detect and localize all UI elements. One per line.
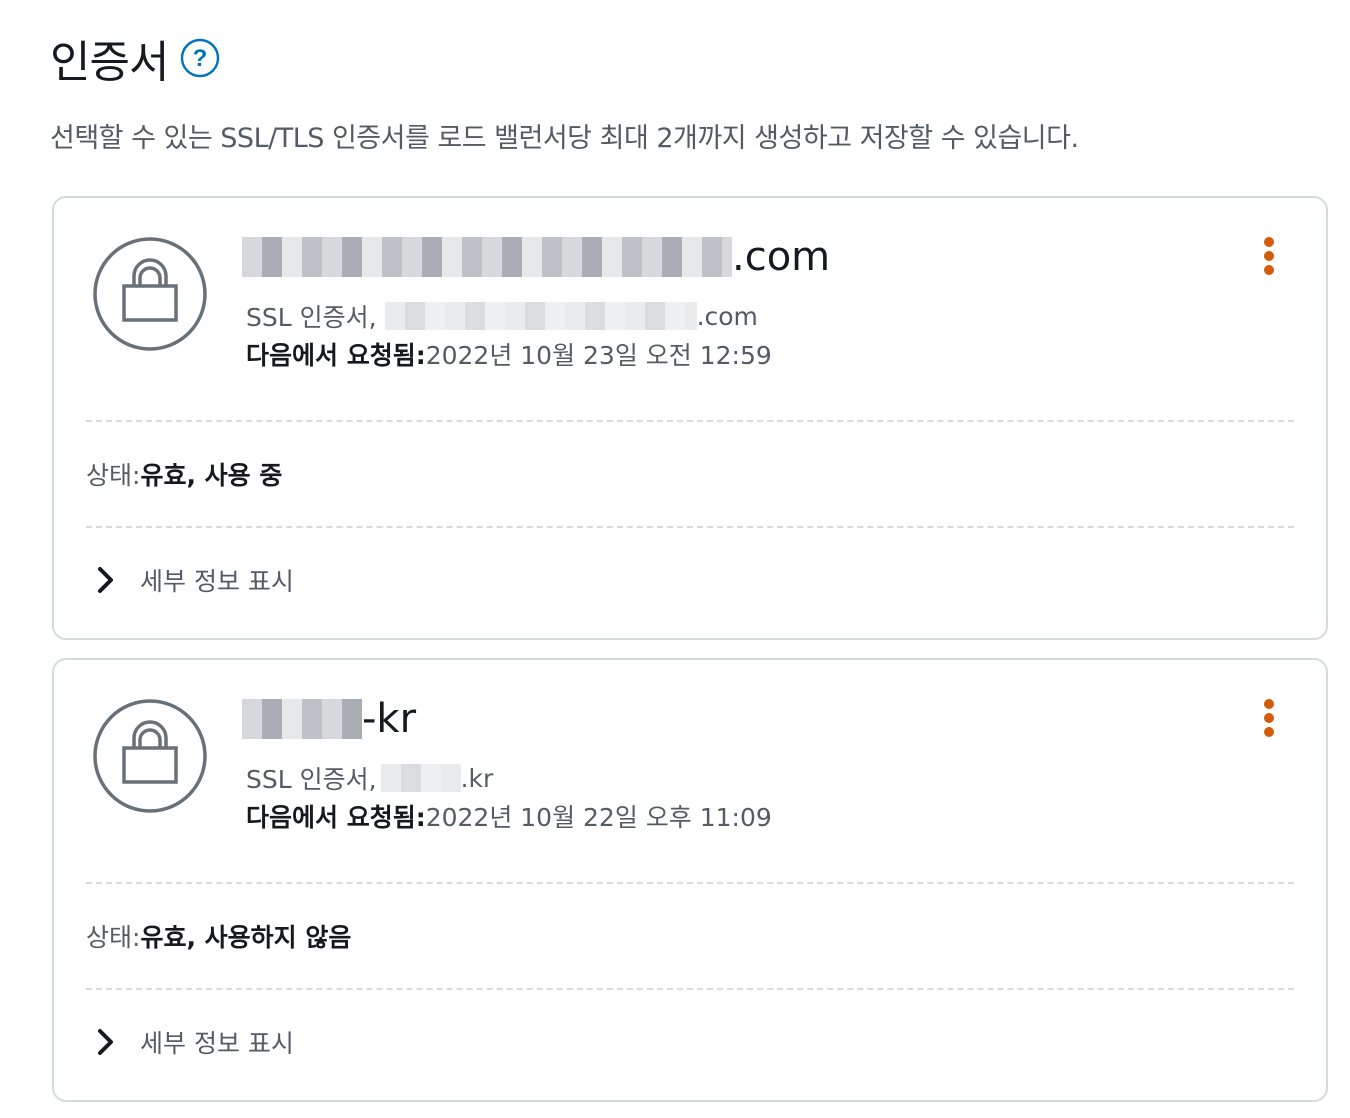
certificate-card: -kr SSL 인증서, .kr 다음에서 요청됨:2022년 10월 22일 … [52,658,1328,1102]
certificate-type: SSL 인증서, .com [246,298,758,334]
more-vertical-icon[interactable] [1260,236,1278,276]
show-details-label: 세부 정보 표시 [140,567,294,596]
page-header: 인증서 ? [50,28,220,88]
divider [86,420,1294,422]
status-label: 상태: [86,461,141,490]
requested-label: 다음에서 요청됨: [246,341,426,370]
certificate-name: .com [242,234,830,280]
certificate-type: SSL 인증서, .kr [246,760,493,796]
lock-icon [93,699,207,813]
show-details-toggle[interactable]: 세부 정보 표시 [94,560,294,600]
more-vertical-icon[interactable] [1260,698,1278,738]
certificate-card: .com SSL 인증서, .com 다음에서 요청됨:2022년 10월 23… [52,196,1328,640]
status-value: 유효, 사용하지 않음 [140,923,352,952]
chevron-right-icon [98,1029,113,1055]
requested-value: 2022년 10월 22일 오후 11:09 [425,803,772,832]
svg-text:?: ? [193,45,208,72]
divider [86,882,1294,884]
certificate-domain-suffix: .kr [460,763,494,793]
requested-label: 다음에서 요청됨: [246,803,426,832]
page-title: 인증서 [50,37,169,88]
certificate-name-suffix: -kr [362,696,417,742]
requested-value: 2022년 10월 23일 오전 12:59 [425,341,772,370]
certificate-name: -kr [242,696,416,742]
certificate-name-suffix: .com [732,234,831,280]
divider [86,988,1294,990]
certificate-domain-suffix: .com [696,301,758,331]
question-circle-icon[interactable]: ? [180,38,220,78]
chevron-right-icon [98,567,113,593]
show-details-label: 세부 정보 표시 [140,1029,294,1058]
show-details-toggle[interactable]: 세부 정보 표시 [94,1022,294,1062]
requested-date: 다음에서 요청됨:2022년 10월 23일 오전 12:59 [246,336,772,372]
certificate-status: 상태:유효, 사용 중 [86,456,282,492]
certificate-type-label: SSL 인증서, [246,303,377,332]
status-label: 상태: [86,923,141,952]
redacted-domain [384,302,697,330]
redacted-name [242,699,362,739]
certificate-type-label: SSL 인증서, [246,765,377,794]
redacted-name [242,237,732,277]
lock-icon [93,237,207,351]
status-value: 유효, 사용 중 [140,461,283,490]
page-description: 선택할 수 있는 SSL/TLS 인증서를 로드 밸런서당 최대 2개까지 생성… [50,123,1079,154]
redacted-domain [380,764,461,792]
requested-date: 다음에서 요청됨:2022년 10월 22일 오후 11:09 [246,798,772,834]
certificate-status: 상태:유효, 사용하지 않음 [86,918,351,954]
certificates-page: 인증서 ? 선택할 수 있는 SSL/TLS 인증서를 로드 밸런서당 최대 2… [0,0,1350,1118]
divider [86,526,1294,528]
